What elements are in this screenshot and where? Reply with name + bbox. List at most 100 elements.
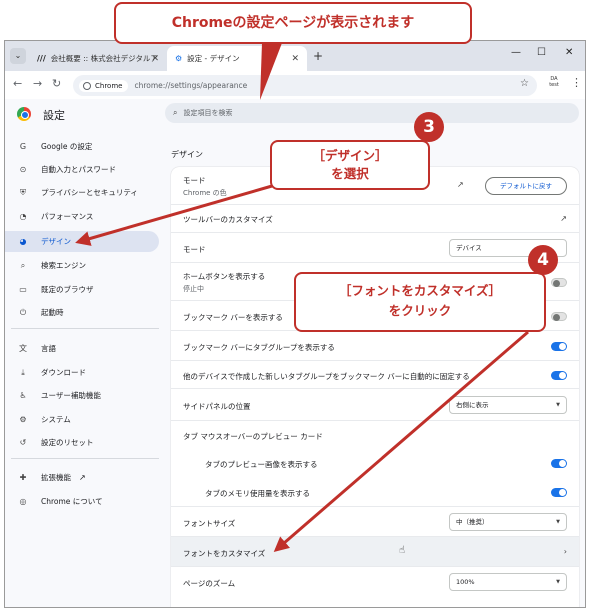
sidebar-item-appearance[interactable]: ◕ デザイン — [5, 231, 159, 252]
preview-image-row[interactable]: タブのプレビュー画像を表示する — [171, 449, 579, 477]
tab-close-icon[interactable]: ✕ — [151, 54, 159, 64]
annotation-step3-line2: を選択 — [331, 166, 369, 181]
step3-badge: 3 — [414, 112, 444, 142]
chrome-icon: ◎ — [19, 497, 27, 506]
reload-icon[interactable]: ↻ — [52, 77, 61, 90]
preview-image-toggle[interactable] — [551, 459, 567, 468]
search-placeholder: 設定項目を検索 — [183, 109, 233, 117]
bookmark-tab-groups-toggle[interactable] — [551, 342, 567, 351]
customize-toolbar-row[interactable]: ツールバーのカスタマイズ ↗ — [171, 205, 579, 233]
page-title: 設定 — [43, 109, 65, 122]
reset-theme-button[interactable]: デフォルトに戻す — [485, 177, 567, 195]
bookmark-bar-toggle[interactable] — [551, 312, 567, 321]
sidebar-item-about[interactable]: ◎ Chrome について — [5, 491, 159, 512]
menu-icon[interactable]: ⋮ — [571, 76, 582, 89]
sidebar-item-label: Chrome について — [41, 497, 103, 506]
memory-usage-toggle[interactable] — [551, 488, 567, 497]
settings-search-input[interactable]: ⌕ 設定項目を検索 — [165, 103, 579, 123]
theme-sublabel: Chrome の色 — [183, 189, 227, 197]
sidebar-item-label: 拡張機能 — [41, 473, 71, 482]
bookmark-tab-groups-label: ブックマーク バーにタブグループを表示する — [183, 343, 335, 352]
sidebar-item-autofill[interactable]: ⊙ 自動入力とパスワード — [5, 159, 159, 180]
sidebar-item-extensions[interactable]: ✚ 拡張機能 ↗ — [5, 467, 159, 488]
sidebar-item-system[interactable]: ⚙ システム — [5, 409, 159, 430]
open-external-icon[interactable]: ↗ — [457, 180, 464, 189]
sidebar-item-downloads[interactable]: ⤓ ダウンロード — [5, 362, 159, 383]
annotation-step4: ［フォントをカスタマイズ］ をクリック — [294, 272, 546, 332]
side-panel-row: サイドパネルの位置 右側に表示 ▼ — [171, 389, 579, 421]
sidebar-item-label: パフォーマンス — [41, 212, 94, 221]
tab-company[interactable]: /// 会社概要 :: 株式会社デジタルアドバンテージ ✕ — [29, 46, 167, 71]
profile-avatar[interactable]: DA test — [545, 76, 563, 94]
side-panel-select[interactable]: 右側に表示 ▼ — [449, 396, 567, 414]
close-button[interactable]: ✕ — [565, 47, 573, 58]
sidebar-item-label: 起動時 — [41, 308, 64, 317]
chrome-logo-icon — [17, 107, 31, 121]
dropdown-caret-icon: ▼ — [556, 579, 560, 585]
sidebar-item-privacy[interactable]: ⛨ プライバシーとセキュリティ — [5, 182, 159, 203]
palette-icon: ◕ — [19, 237, 27, 246]
memory-usage-row[interactable]: タブのメモリ使用量を表示する — [171, 477, 579, 507]
home-button-sublabel: 停止中 — [183, 285, 204, 293]
annotation-top: Chromeの設定ページが表示されます — [114, 2, 472, 44]
tab-close-icon[interactable]: ✕ — [291, 54, 299, 64]
page-zoom-select[interactable]: 100% ▼ — [449, 573, 567, 591]
tab-settings[interactable]: ⚙ 設定 - デザイン ✕ — [167, 46, 307, 71]
font-size-row: フォントサイズ 中（推奨） ▼ — [171, 507, 579, 537]
browser-toolbar: ← → ↻ Chrome chrome://settings/appearanc… — [5, 71, 585, 99]
power-icon: ⏻ — [19, 307, 27, 317]
home-button-title: ホームボタンを表示する — [183, 272, 266, 281]
font-size-label: フォントサイズ — [183, 519, 236, 528]
back-icon[interactable]: ← — [13, 77, 22, 90]
hover-preview-header: タブ マウスオーバーのプレビュー カード — [171, 421, 579, 449]
reset-icon: ↺ — [19, 438, 27, 447]
font-size-select[interactable]: 中（推奨） ▼ — [449, 513, 567, 531]
home-button-toggle[interactable] — [551, 278, 567, 287]
sidebar-item-on-startup[interactable]: ⏻ 起動時 — [5, 302, 159, 323]
forward-icon[interactable]: → — [33, 77, 42, 90]
browser-window-icon: ▭ — [19, 285, 27, 294]
theme-title: モード — [183, 176, 206, 185]
auto-pin-groups-row[interactable]: 他のデバイスで作成した新しいタブグループをブックマーク バーに自動的に固定する — [171, 361, 579, 389]
theme-label: モード Chrome の色 — [183, 175, 227, 198]
key-icon: ⊙ — [19, 165, 27, 174]
sidebar-item-search-engine[interactable]: ⌕ 検索エンジン — [5, 255, 159, 276]
step4-badge: 4 — [528, 245, 558, 275]
speedometer-icon: ◔ — [19, 212, 27, 221]
hover-preview-title: タブ マウスオーバーのプレビュー カード — [183, 432, 323, 441]
sidebar-item-google[interactable]: G Google の設定 — [5, 136, 159, 157]
open-external-icon: ↗ — [560, 214, 567, 223]
open-external-icon: ↗ — [79, 473, 86, 482]
sidebar-item-label: 自動入力とパスワード — [41, 165, 116, 174]
bookmark-tab-groups-row[interactable]: ブックマーク バーにタブグループを表示する — [171, 331, 579, 361]
url-text: chrome://settings/appearance — [134, 81, 248, 90]
sidebar-item-default-browser[interactable]: ▭ 既定のブラウザ — [5, 279, 159, 300]
accessibility-icon: ♿ — [19, 391, 27, 400]
address-bar[interactable]: Chrome chrome://settings/appearance ☆ — [73, 75, 537, 96]
section-title: デザイン — [171, 150, 203, 159]
sidebar-item-label: システム — [41, 415, 71, 424]
mouse-cursor-icon: ☝ — [399, 545, 406, 556]
tab-search-dropdown-icon[interactable]: ⌄ — [10, 48, 26, 64]
restore-button[interactable]: ☐ — [537, 47, 546, 58]
minimize-button[interactable]: — — [511, 47, 521, 58]
appearance-card: モード Chrome の色 ↗ デフォルトに戻す ツールバーのカスタマイズ ↗ モ… — [171, 167, 579, 607]
translate-icon: 文 — [19, 344, 27, 353]
sidebar-item-performance[interactable]: ◔ パフォーマンス — [5, 206, 159, 227]
side-panel-value: 右側に表示 — [456, 401, 489, 409]
customize-toolbar-label: ツールバーのカスタマイズ — [183, 215, 273, 224]
sidebar-item-accessibility[interactable]: ♿ ユーザー補助機能 — [5, 385, 159, 406]
site-info-chip[interactable]: Chrome — [79, 79, 129, 92]
sidebar-item-reset[interactable]: ↺ 設定のリセット — [5, 432, 159, 453]
bookmark-star-icon[interactable]: ☆ — [520, 78, 529, 89]
auto-pin-groups-toggle[interactable] — [551, 371, 567, 380]
customize-fonts-row[interactable]: フォントをカスタマイズ ☝ › — [171, 537, 579, 567]
sidebar-item-label: 既定のブラウザ — [41, 285, 94, 294]
side-panel-label: サイドパネルの位置 — [183, 402, 251, 411]
download-icon: ⤓ — [21, 367, 25, 377]
customize-fonts-label: フォントをカスタマイズ — [183, 549, 266, 558]
memory-usage-label: タブのメモリ使用量を表示する — [205, 489, 310, 498]
new-tab-button[interactable]: + — [313, 49, 323, 63]
sidebar-item-languages[interactable]: 文 言語 — [5, 338, 159, 359]
wrench-icon: ⚙ — [19, 415, 27, 424]
